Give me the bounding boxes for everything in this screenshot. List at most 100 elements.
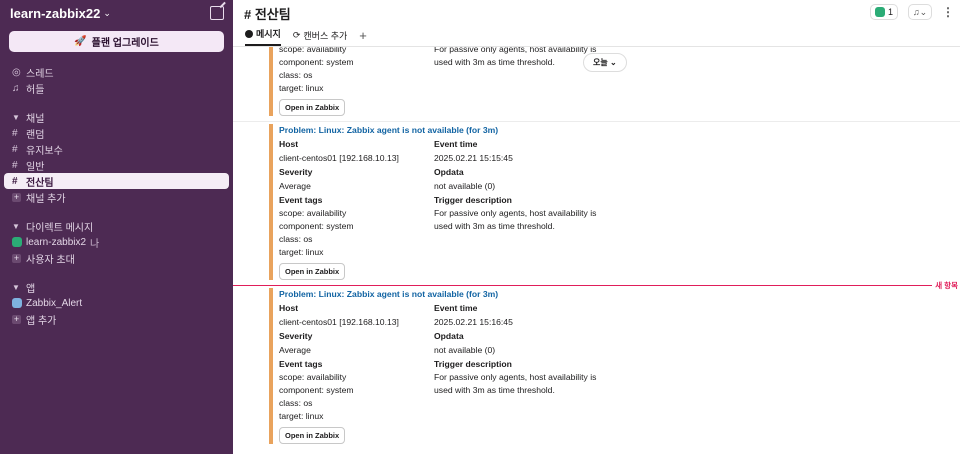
upgrade-label: 플랜 업그레이드 [91,38,159,49]
upgrade-button[interactable]: 🚀 플랜 업그레이드 [9,31,224,52]
dm-section-header[interactable]: ▼ 다이렉트 메시지 [0,218,233,234]
caret-down-icon: ▼ [12,112,20,122]
severity-value: Average [279,345,311,355]
section-label: 채널 [26,113,45,125]
sidebar-item-zabbix-alert[interactable]: Zabbix_Alert [0,295,233,311]
page-title[interactable]: # 전산팀 [244,4,291,23]
workspace-name[interactable]: learn-zabbix22 [10,6,100,21]
channels-section-header[interactable]: ▼ 채널 [0,109,233,125]
sidebar-item-dm-self[interactable]: learn-zabbix2 나 [0,234,233,250]
avatar [12,237,22,247]
open-in-zabbix-button[interactable]: Open in Zabbix [279,99,346,116]
channel-label: 유지보수 [26,145,63,157]
plus-icon: + [12,191,21,202]
alert-title-link[interactable]: Problem: Linux: Zabbix agent is not avai… [279,124,599,137]
headphones-icon: ♫⌄ [912,6,928,17]
message-separator [233,121,960,122]
event-time-value: 2025.02.21 15:16:45 [434,317,513,327]
sidebar-item-add-app[interactable]: + 앱 추가 [0,311,233,327]
sidebar-item-huddles[interactable]: ♫ 허들 [0,80,233,96]
channel-label: 전산팀 [26,177,54,189]
sidebar-item-threads[interactable]: ◎ 스레드 [0,64,233,80]
add-tab-icon[interactable]: + [359,28,367,46]
more-options-icon[interactable]: ⋮ [942,5,954,19]
channel-label: 일반 [26,161,45,173]
field-label: Event time [434,303,478,313]
opdata-value: not available (0) [434,345,496,355]
sidebar-item-it-team[interactable]: # 전산팀 [4,173,229,189]
caret-down-icon: ▼ [12,282,20,292]
tag-line: scope: availability [279,208,347,218]
tag-line: component: system [279,385,354,395]
open-in-zabbix-button[interactable]: Open in Zabbix [279,263,346,280]
host-value: client-centos01 [192.168.10.13] [279,317,399,327]
tab-add-canvas[interactable]: ⟳ 캔버스 추가 [293,29,347,46]
dm-user-label: learn-zabbix2 [26,236,87,248]
threads-icon: ◎ [12,66,21,78]
tab-label: 캔버스 추가 [303,31,348,41]
tag-line: class: os [279,398,313,408]
field-label: Host [279,139,299,149]
open-in-zabbix-button[interactable]: Open in Zabbix [279,427,346,444]
message-attachment: Problem: Linux: Zabbix agent is not avai… [269,288,599,444]
field-label: Trigger description [434,359,512,369]
rocket-icon: 🚀 [74,36,87,47]
members-button[interactable]: 1 [869,4,898,20]
channel-tabs: 메시지 ⟳ 캔버스 추가 + [233,27,960,47]
new-items-divider [233,285,932,286]
add-app-label: 앱 추가 [26,315,57,327]
field-label: Opdata [434,167,464,177]
invite-label: 사용자 초대 [26,254,75,266]
sidebar-nav: ◎ 스레드 ♫ 허들 ▼ 채널 # 랜덤 # 유지보수 # 일반 # 전산팀 +… [0,64,233,327]
app-label: Zabbix_Alert [26,297,83,309]
you-label: 나 [90,238,100,250]
trigger-line: used with 3m as time threshold. [434,385,555,395]
date-label: 오늘 [593,58,608,67]
trigger-line: For passive only agents, host availabili… [434,208,597,218]
trigger-line: used with 3m as time threshold. [434,57,555,67]
tab-messages[interactable]: 메시지 [245,27,281,46]
caret-down-icon: ▼ [12,221,20,231]
sidebar-item-add-channel[interactable]: + 채널 추가 [0,189,233,205]
sidebar: learn-zabbix22 ⌄ 🚀 플랜 업그레이드 ◎ 스레드 ♫ 허들 ▼… [0,0,233,454]
field-label: Opdata [434,331,464,341]
field-label: Host [279,303,299,313]
trigger-line: For passive only agents, host availabili… [434,372,597,382]
hash-icon: # [12,175,18,187]
sidebar-item-general[interactable]: # 일반 [0,157,233,173]
sidebar-item-invite[interactable]: + 사용자 초대 [0,250,233,266]
chevron-down-icon[interactable]: ⌄ [103,8,111,19]
field-label: Event tags [279,195,323,205]
channel-header: # 전산팀 [233,0,960,27]
alert-title-link[interactable]: Problem: Linux: Zabbix agent is not avai… [279,288,599,301]
severity-value: Average [279,181,311,191]
message-icon [245,29,253,38]
field-label: Severity [279,331,313,341]
hash-icon: # [12,159,18,171]
header-actions: 1 ♫⌄ ⋮ [869,4,954,20]
huddle-button[interactable]: ♫⌄ [908,4,932,20]
canvas-icon: ⟳ [292,30,301,40]
channel-label: 랜덤 [26,129,45,141]
avatar [874,7,885,17]
add-channel-label: 채널 추가 [26,193,66,205]
tag-line: component: system [279,221,354,231]
sidebar-item-maintenance[interactable]: # 유지보수 [0,141,233,157]
field-label: Event time [434,139,478,149]
tag-line: class: os [279,70,313,80]
field-label: Trigger description [434,195,512,205]
sidebar-item-random[interactable]: # 랜덤 [0,125,233,141]
section-label: 다이렉트 메시지 [26,222,94,234]
apps-section-header[interactable]: ▼ 앱 [0,279,233,295]
plus-icon: + [12,252,21,263]
date-divider-pill[interactable]: 오늘 ⌄ [583,53,627,72]
tag-line: target: linux [279,411,324,421]
workspace-header[interactable]: learn-zabbix22 ⌄ [0,0,233,26]
app-avatar [12,298,22,308]
channel-view: # 전산팀 1 ♫⌄ ⋮ 메시지 ⟳ 캔버스 추가 + scope: avail… [233,0,960,454]
tag-line: target: linux [279,247,324,257]
section-label: 앱 [26,283,36,295]
trigger-line: used with 3m as time threshold. [434,221,555,231]
compose-icon[interactable] [210,6,224,20]
hash-icon: # [12,143,18,155]
